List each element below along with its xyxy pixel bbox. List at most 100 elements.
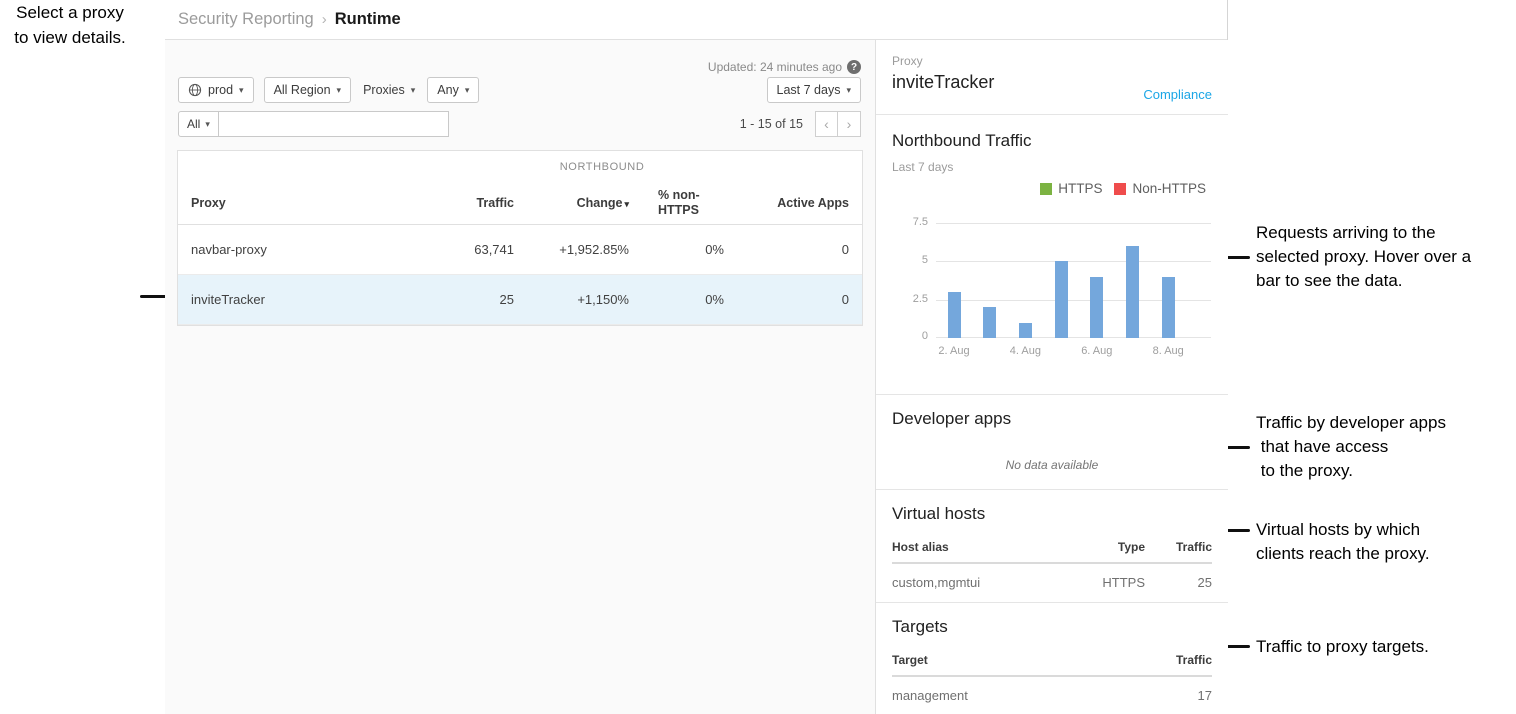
chart-bar[interactable]: [948, 292, 961, 338]
chart-subtitle: Last 7 days: [892, 160, 1212, 174]
report-pane: Updated: 24 minutes ago ? prod ▾ All Reg…: [165, 40, 875, 714]
table-row-navbar-proxy[interactable]: navbar-proxy 63,741 +1,952.85% 0% 0: [178, 225, 862, 275]
any-label: Any: [437, 83, 459, 97]
caret-down-icon: ▾: [465, 85, 470, 96]
column-header-target: Target: [892, 653, 1145, 667]
annotation-targets: Traffic to proxy targets.: [1256, 635, 1429, 659]
developer-apps-section: Developer apps No data available: [876, 395, 1228, 490]
chart-xtick-label: 4. Aug: [1000, 345, 1050, 357]
annotation-chart: Requests arriving to the selected proxy.…: [1256, 221, 1471, 293]
column-header-change[interactable]: Change▾: [514, 196, 629, 210]
date-range-label: Last 7 days: [777, 83, 841, 97]
chevron-right-icon: ›: [322, 11, 327, 28]
cell-traffic: 17: [1145, 688, 1212, 703]
target-row[interactable]: management 17: [892, 677, 1212, 703]
targets-table: Target Traffic management 17: [892, 653, 1212, 703]
chart-bar[interactable]: [1055, 261, 1068, 338]
annotation-line: that have access: [1256, 435, 1446, 459]
cell-non-https: 0%: [629, 292, 724, 307]
globe-icon: [188, 83, 202, 97]
chart-bar[interactable]: [983, 307, 996, 338]
legend-label-https: HTTPS: [1058, 181, 1102, 196]
legend-swatch-https: [1040, 183, 1052, 195]
column-header-proxy[interactable]: Proxy: [191, 196, 424, 210]
annotation-line: Select a proxy: [0, 0, 140, 25]
annotation-line: selected proxy. Hover over a: [1256, 245, 1471, 269]
proxy-label: Proxy: [892, 54, 1212, 68]
help-icon[interactable]: ?: [847, 60, 861, 74]
cell-target: management: [892, 688, 1145, 703]
chart-ytick-label: 2.5: [890, 293, 928, 305]
chart-gridline: [936, 261, 1211, 262]
targets-section: Targets Target Traffic management 17: [876, 603, 1228, 714]
chart-bar[interactable]: [1162, 277, 1175, 338]
legend-item-https: HTTPS: [1040, 181, 1102, 196]
pagination-controls: ‹ ›: [815, 111, 861, 137]
updated-label: Updated: 24 minutes ago: [708, 60, 842, 74]
caret-down-icon: ▾: [205, 119, 210, 130]
breadcrumb-current page-title: Runtime: [335, 10, 401, 29]
column-header-traffic: Traffic: [1145, 540, 1212, 554]
search-row: All ▾ 1 - 15 of 15 ‹ ›: [178, 111, 861, 137]
chart-gridline: [936, 223, 1211, 224]
table-row-invitetracker[interactable]: inviteTracker 25 +1,150% 0% 0: [178, 275, 862, 325]
section-title-developer-apps: Developer apps: [892, 409, 1212, 429]
chart-bar[interactable]: [1090, 277, 1103, 338]
environment-dropdown[interactable]: prod ▾: [178, 77, 254, 103]
search-input[interactable]: [219, 111, 449, 137]
column-header-traffic: Traffic: [1145, 653, 1212, 667]
annotation-developer-apps: Traffic by developer apps that have acce…: [1256, 411, 1446, 483]
annotation-line: Virtual hosts by which: [1256, 518, 1430, 542]
region-label: All Region: [274, 83, 331, 97]
virtual-hosts-table: Host alias Type Traffic custom,mgmtui HT…: [892, 540, 1212, 590]
legend-label-non-https: Non-HTTPS: [1132, 181, 1206, 196]
cell-proxy: inviteTracker: [191, 292, 424, 307]
developer-apps-empty-message: No data available: [876, 458, 1228, 472]
table-group-header-row: NORTHBOUND: [178, 151, 862, 181]
annotation-line: to view details.: [0, 25, 140, 50]
cell-non-https: 0%: [629, 242, 724, 257]
proxies-dropdown[interactable]: Proxies ▾: [361, 77, 417, 103]
cell-traffic: 63,741: [424, 242, 514, 257]
section-title-virtual-hosts: Virtual hosts: [892, 504, 1212, 524]
chart-xtick-label: 8. Aug: [1143, 345, 1193, 357]
pagination-status: 1 - 15 of 15: [740, 117, 803, 131]
column-header-non-https[interactable]: % non-HTTPS: [629, 188, 724, 218]
pagination-prev-button[interactable]: ‹: [815, 111, 838, 137]
chart-bar[interactable]: [1126, 246, 1139, 338]
chart-xtick-label: 6. Aug: [1072, 345, 1122, 357]
chart-xtick-label: 2. Aug: [929, 345, 979, 357]
legend-item-non-https: Non-HTTPS: [1114, 181, 1206, 196]
compliance-link[interactable]: Compliance: [1143, 87, 1212, 102]
cell-traffic: 25: [1145, 575, 1212, 590]
cell-traffic: 25: [424, 292, 514, 307]
any-dropdown[interactable]: Any ▾: [427, 77, 479, 103]
annotation-virtual-hosts: Virtual hosts by which clients reach the…: [1256, 518, 1430, 566]
annotation-line: bar to see the data.: [1256, 269, 1471, 293]
northbound-traffic-section: Northbound Traffic Last 7 days HTTPS Non…: [876, 115, 1228, 395]
chart-legend: HTTPS Non-HTTPS: [1040, 181, 1206, 196]
column-header-change-label: Change: [577, 196, 623, 210]
column-header-active-apps[interactable]: Active Apps: [724, 196, 849, 210]
cell-change: +1,952.85%: [514, 242, 629, 257]
cell-active-apps: 0: [724, 242, 849, 257]
annotation-line: Requests arriving to the: [1256, 221, 1471, 245]
cell-active-apps: 0: [724, 292, 849, 307]
column-header-traffic[interactable]: Traffic: [424, 196, 514, 210]
chart-xlabels: 2. Aug4. Aug6. Aug8. Aug: [936, 345, 1211, 361]
chart-bar[interactable]: [1019, 323, 1032, 338]
northbound-traffic-chart: 02.557.5 2. Aug4. Aug6. Aug8. Aug: [936, 223, 1211, 361]
virtual-hosts-section: Virtual hosts Host alias Type Traffic cu…: [876, 490, 1228, 603]
cell-type: HTTPS: [1085, 575, 1145, 590]
pagination-next-button[interactable]: ›: [838, 111, 861, 137]
breadcrumb: Security Reporting › Runtime: [165, 0, 1227, 40]
column-header-non-https-label: % non-HTTPS: [658, 188, 710, 218]
caret-down-icon: ▾: [411, 85, 416, 96]
section-title-northbound-traffic: Northbound Traffic: [892, 131, 1212, 151]
date-range-dropdown[interactable]: Last 7 days ▾: [767, 77, 861, 103]
breadcrumb-parent[interactable]: Security Reporting: [178, 10, 314, 29]
search-scope-dropdown[interactable]: All ▾: [178, 111, 219, 137]
region-dropdown[interactable]: All Region ▾: [264, 77, 352, 103]
virtual-host-row[interactable]: custom,mgmtui HTTPS 25: [892, 564, 1212, 590]
updated-status: Updated: 24 minutes ago ?: [708, 60, 861, 74]
